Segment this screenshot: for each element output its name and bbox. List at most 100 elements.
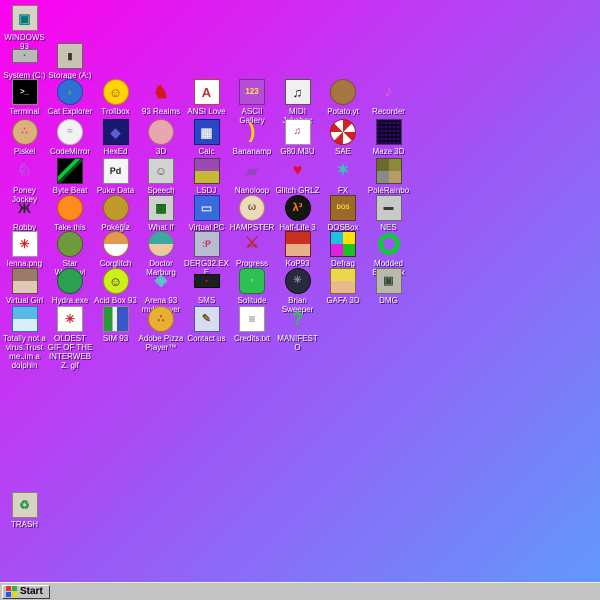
image-file-icon: ✳ — [12, 231, 38, 257]
desktop-icon-dmg[interactable]: ▣ DMG — [366, 268, 411, 305]
desktop-icon-hexed[interactable]: ◆ HexEd — [93, 119, 138, 156]
desktop-icon-credits-txt[interactable]: ≡ Credits.txt — [230, 306, 275, 343]
color-blocks-icon — [330, 231, 356, 257]
blue-window-icon: ▭ — [194, 195, 220, 221]
red-lips-icon: ♥ — [286, 159, 310, 183]
desktop-icon-93-realms[interactable]: ♞ 93 Realms — [139, 79, 184, 116]
desktop-icon-3d[interactable]: 3D — [139, 119, 184, 156]
ascii-123-icon: 123 — [239, 79, 265, 105]
desktop-icon-glitch-grlz[interactable]: ♥ Glitch GRLZ — [275, 158, 320, 195]
desktop-icon-recorder[interactable]: ♪ Recorder — [366, 79, 411, 116]
3d-cube-icon: ◈ — [149, 269, 173, 293]
desktop-icon-dosbox[interactable]: DOS DOSBox — [321, 195, 366, 232]
windows93-logo-icon — [6, 586, 17, 597]
desktop-icon-gafa-3d[interactable]: GAFA 3D — [321, 268, 366, 305]
desktop-icon-speech[interactable]: ☺ Speech — [139, 158, 184, 195]
desktop-icon-cat-explorer[interactable]: ◗ Cat Explorer — [48, 79, 93, 116]
desktop-icon-fx[interactable]: ✶ FX — [321, 158, 366, 195]
icon-label: Acid Box 93 — [94, 296, 137, 305]
globe-cat-icon: ◗ — [57, 79, 83, 105]
waveform-icon — [57, 158, 83, 184]
doctor-face-icon — [148, 231, 174, 257]
pony-sprites-icon — [376, 158, 402, 184]
taskbar: Start — [0, 582, 600, 600]
desktop-icon-sms[interactable]: ▪ SMS — [184, 268, 229, 305]
pd-flag-icon: Pd — [103, 158, 129, 184]
icon-label: Speech — [147, 186, 174, 195]
icon-label: SIM 93 — [103, 334, 128, 343]
fighter-face-icon — [285, 231, 311, 257]
desktop-icon-oldest-gif[interactable]: ✳ OLDEST GIF OF THE INTERWEBZ. gif — [48, 306, 93, 370]
lambda-icon: λ³ — [285, 195, 311, 221]
desktop-icon-defrag[interactable]: Defrag — [321, 231, 366, 268]
desktop-icon-contact-us[interactable]: ✎ Contact us — [184, 306, 229, 343]
desktop-icon-virtual-girl[interactable]: Virtual Girl — [2, 268, 47, 305]
desktop-icon-system-c[interactable]: ▪ System (C:) — [2, 43, 47, 80]
icon-label: Potato.yt — [327, 107, 359, 116]
smiley-chat-icon: ☺ — [103, 79, 129, 105]
icon-label: Credits.txt — [234, 334, 270, 343]
text-file-icon: ≡ — [239, 306, 265, 332]
desktop-icon-corglitch[interactable]: Corglitch — [93, 231, 138, 268]
desktop-icon-hydra-exe[interactable]: Hydra.exe — [48, 268, 93, 305]
desktop-icon-potato-yt[interactable]: Potato.yt — [321, 79, 366, 116]
desktop-icon-ansi-love[interactable]: A ANSI Love — [184, 79, 229, 116]
desktop-icon-byte-beat[interactable]: Byte Beat — [48, 158, 93, 195]
dos-box-icon: DOS — [330, 195, 356, 221]
desktop-icon-solitude[interactable]: ▫ Solitude — [230, 268, 275, 305]
nes-console-icon: ▬ — [376, 195, 402, 221]
desktop-icon-manifesto[interactable]: ? MANIFESTO — [275, 306, 320, 352]
icon-label: Byte Beat — [53, 186, 88, 195]
desktop-icon-puke-data[interactable]: Pd Puke Data — [93, 158, 138, 195]
kaleidoscope-star-icon: ✶ — [331, 159, 355, 183]
desktop-icon-sim-93[interactable]: SIM 93 — [93, 306, 138, 343]
desktop-icon-trash[interactable]: ♻ TRASH — [2, 492, 47, 529]
icon-label: Corglitch — [100, 259, 132, 268]
start-button[interactable]: Start — [2, 585, 50, 599]
icon-label: SMS — [198, 296, 215, 305]
icon-label: Defrag — [331, 259, 355, 268]
logo-square-blue — [6, 592, 11, 597]
icon-label: Cat Explorer — [48, 107, 92, 116]
stick-figure-icon: Ж — [13, 196, 37, 220]
desktop-icon-codemirror[interactable]: ≈ CodeMirror — [48, 119, 93, 156]
icon-label: lenna.png — [7, 259, 42, 268]
desktop-icon-maze-3d[interactable]: Maze 3D — [366, 119, 411, 156]
desktop-icon-lenna-png[interactable]: ✳ lenna.png — [2, 231, 47, 268]
icon-label: HexEd — [103, 147, 127, 156]
desktop-icon-virtual-pc[interactable]: ▭ Virtual PC — [184, 195, 229, 232]
paint-palette-icon: ∴ — [12, 119, 38, 145]
desktop-icon-lsdj[interactable]: LSDJ — [184, 158, 229, 195]
desktop-icon-bananamp[interactable]: ) Bananamp — [230, 119, 275, 156]
desktop-icon-terminal[interactable]: >_ Terminal — [2, 79, 47, 116]
desktop-icon-kop93[interactable]: KoP93 — [275, 231, 320, 268]
robot-face-icon: ☺ — [148, 158, 174, 184]
desktop-icon-sae[interactable]: SAE — [321, 119, 366, 156]
desktop-icon-acid-box-93[interactable]: ☺ Acid Box 93 — [93, 268, 138, 305]
icon-label: Trollbox — [101, 107, 129, 116]
desktop-icon-hampster[interactable]: ω HAMPSTER — [230, 195, 275, 232]
acid-smiley-icon: ☺ — [103, 268, 129, 294]
desktop-icon-nanoloop[interactable]: ▰ Nanoloop — [230, 158, 275, 195]
desktop-icon-half-life-3[interactable]: λ³ Half-Life 3 — [275, 195, 320, 232]
potato-icon — [330, 79, 356, 105]
desktop-icon-adobe-pizza-player[interactable]: ∴ Adobe Pizza Player™ — [139, 306, 184, 352]
desktop-icon-storage-a[interactable]: ▮ Storage (A:) — [48, 43, 93, 80]
pizza-icon: ∴ — [148, 306, 174, 332]
desktop-icon-trollbox[interactable]: ☺ Trollbox — [93, 79, 138, 116]
icon-label: Virtual Girl — [6, 296, 43, 305]
desktop-icon-g80-m3u[interactable]: ♫ G80.M3U — [275, 119, 320, 156]
desktop-icon-totally-not-a-virus[interactable]: Totally not a virus.Trust me..im a dolph… — [2, 306, 47, 370]
desktop-icon-robby[interactable]: Ж Robby — [2, 195, 47, 232]
desktop-icon-poke-glitch[interactable]: Pokéǧĺƶ — [93, 195, 138, 232]
desktop-icon-take-this[interactable]: Take this — [48, 195, 93, 232]
desktop-icon-piskel[interactable]: ∴ Piskel — [2, 119, 47, 156]
pony-icon: ♘ — [13, 159, 37, 183]
gold-coin-icon — [103, 195, 129, 221]
icon-label: Solitude — [238, 296, 267, 305]
desktop-icon-calc[interactable]: ▦ Calc — [184, 119, 229, 156]
desktop-icon-what-if[interactable]: ▩ What If — [139, 195, 184, 232]
desktop-icon-nes[interactable]: ▬ NES — [366, 195, 411, 232]
icon-label: MANIFESTO — [275, 334, 320, 352]
gif-file-icon: ✳ — [57, 306, 83, 332]
